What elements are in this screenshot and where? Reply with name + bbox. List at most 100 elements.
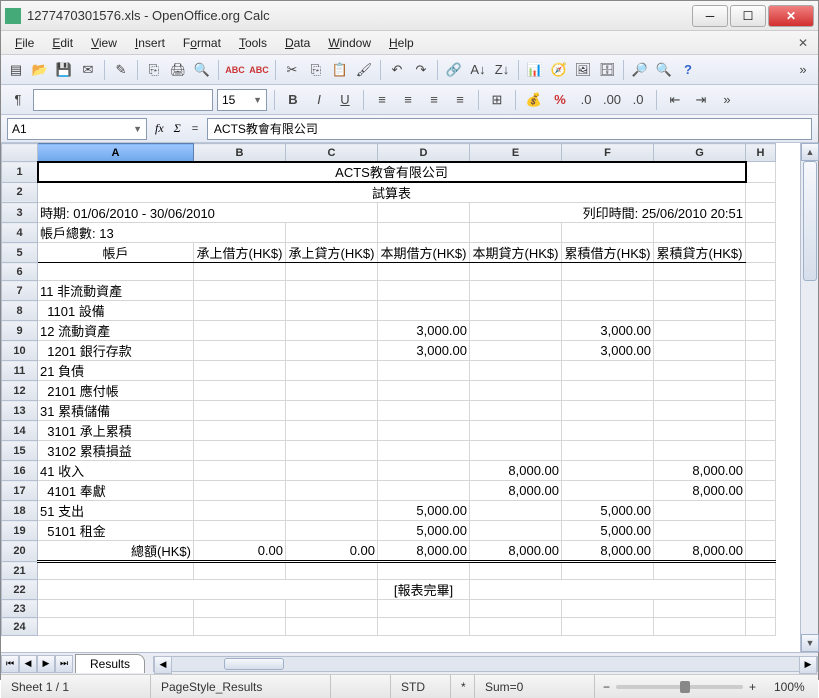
cell[interactable] xyxy=(194,301,286,321)
cell[interactable]: 帳戶總數: 13 xyxy=(38,223,286,243)
zoom-slider[interactable]: − + xyxy=(595,680,764,694)
tab-next-icon[interactable]: ▶ xyxy=(37,655,55,673)
cell[interactable]: 0.00 xyxy=(286,541,378,562)
cell[interactable] xyxy=(286,441,378,461)
scroll-up-icon[interactable]: ▲ xyxy=(801,143,819,161)
cell[interactable] xyxy=(654,301,746,321)
cell[interactable] xyxy=(470,521,562,541)
cell[interactable]: 承上借方(HK$) xyxy=(194,243,286,263)
cell[interactable] xyxy=(746,281,776,301)
cell[interactable]: 31 累積儲備 xyxy=(38,401,194,421)
cell[interactable] xyxy=(194,521,286,541)
redo-icon[interactable]: ↷ xyxy=(410,59,432,81)
cell[interactable] xyxy=(286,401,378,421)
menu-data[interactable]: Data xyxy=(277,34,318,52)
cell[interactable]: 累積貸方(HK$) xyxy=(654,243,746,263)
menu-format[interactable]: Format xyxy=(175,34,229,52)
zoom-in-icon[interactable]: + xyxy=(749,680,756,694)
sort-asc-icon[interactable]: A↓ xyxy=(467,59,489,81)
cell[interactable] xyxy=(378,301,470,321)
cell[interactable]: 5,000.00 xyxy=(378,501,470,521)
edit-icon[interactable]: ✎ xyxy=(110,59,132,81)
col-header-F[interactable]: F xyxy=(562,144,654,162)
cell[interactable] xyxy=(470,341,562,361)
cell[interactable] xyxy=(286,263,378,281)
vertical-scrollbar[interactable]: ▲ ▼ xyxy=(800,143,818,652)
cell[interactable] xyxy=(378,481,470,501)
remove-decimal-icon[interactable]: .0 xyxy=(627,89,649,111)
cell[interactable] xyxy=(286,501,378,521)
cell[interactable] xyxy=(746,361,776,381)
bold-button[interactable]: B xyxy=(282,89,304,111)
undo-icon[interactable]: ↶ xyxy=(386,59,408,81)
cell[interactable] xyxy=(194,281,286,301)
cell[interactable] xyxy=(746,301,776,321)
cell[interactable] xyxy=(654,341,746,361)
align-justify-icon[interactable]: ≡ xyxy=(449,89,471,111)
row-header-23[interactable]: 23 xyxy=(2,600,38,618)
cell[interactable] xyxy=(562,263,654,281)
cell[interactable] xyxy=(562,481,654,501)
cell[interactable] xyxy=(378,618,470,636)
cell[interactable] xyxy=(470,263,562,281)
cell[interactable] xyxy=(746,223,776,243)
currency-icon[interactable]: 💰 xyxy=(523,89,545,111)
cell[interactable] xyxy=(194,401,286,421)
cell[interactable]: 3,000.00 xyxy=(378,321,470,341)
cell[interactable] xyxy=(746,580,776,600)
percent-icon[interactable]: % xyxy=(549,89,571,111)
cell[interactable]: 8,000.00 xyxy=(562,541,654,562)
cell[interactable] xyxy=(746,401,776,421)
save-icon[interactable]: 💾 xyxy=(53,59,75,81)
cell[interactable]: 3,000.00 xyxy=(562,341,654,361)
row-header-11[interactable]: 11 xyxy=(2,361,38,381)
cell[interactable] xyxy=(654,618,746,636)
sum-icon[interactable]: Σ xyxy=(172,121,183,136)
hyperlink-icon[interactable]: 🔗 xyxy=(443,59,465,81)
row-header-14[interactable]: 14 xyxy=(2,421,38,441)
col-header-A[interactable]: A xyxy=(38,144,194,162)
cell[interactable]: 本期貸方(HK$) xyxy=(470,243,562,263)
cell[interactable] xyxy=(194,341,286,361)
cell[interactable] xyxy=(562,461,654,481)
cell[interactable] xyxy=(286,618,378,636)
row-header-24[interactable]: 24 xyxy=(2,618,38,636)
row-header-9[interactable]: 9 xyxy=(2,321,38,341)
font-name-input[interactable] xyxy=(33,89,213,111)
row-header-16[interactable]: 16 xyxy=(2,461,38,481)
cell[interactable] xyxy=(470,580,746,600)
cell[interactable]: 8,000.00 xyxy=(378,541,470,562)
cell[interactable] xyxy=(746,481,776,501)
cell[interactable]: 1201 銀行存款 xyxy=(38,341,194,361)
cell[interactable] xyxy=(470,421,562,441)
cell[interactable] xyxy=(194,321,286,341)
cell[interactable]: 3,000.00 xyxy=(378,341,470,361)
row-header-12[interactable]: 12 xyxy=(2,381,38,401)
add-decimal-icon[interactable]: .00 xyxy=(601,89,623,111)
cell[interactable] xyxy=(654,600,746,618)
cell[interactable]: 0.00 xyxy=(194,541,286,562)
cell[interactable] xyxy=(286,562,378,580)
cell-title[interactable]: ACTS教會有限公司 xyxy=(38,162,746,183)
select-all-corner[interactable] xyxy=(2,144,38,162)
cell[interactable] xyxy=(38,618,194,636)
cell[interactable] xyxy=(194,618,286,636)
cell[interactable] xyxy=(654,421,746,441)
cell[interactable] xyxy=(470,501,562,521)
cell[interactable] xyxy=(470,600,562,618)
cell[interactable] xyxy=(654,263,746,281)
cell[interactable] xyxy=(194,263,286,281)
new-icon[interactable]: ▤ xyxy=(5,59,27,81)
cell[interactable] xyxy=(746,501,776,521)
cell[interactable]: [報表完畢] xyxy=(378,580,470,600)
cell[interactable]: 累積借方(HK$) xyxy=(562,243,654,263)
scroll-thumb[interactable] xyxy=(803,161,817,281)
underline-button[interactable]: U xyxy=(334,89,356,111)
cell[interactable] xyxy=(746,321,776,341)
cell[interactable] xyxy=(286,301,378,321)
cell[interactable]: 2101 應付帳 xyxy=(38,381,194,401)
scroll-down-icon[interactable]: ▼ xyxy=(801,634,819,652)
cell[interactable] xyxy=(378,381,470,401)
horizontal-scrollbar[interactable]: ◀ ▶ xyxy=(153,656,818,672)
cell[interactable] xyxy=(378,361,470,381)
